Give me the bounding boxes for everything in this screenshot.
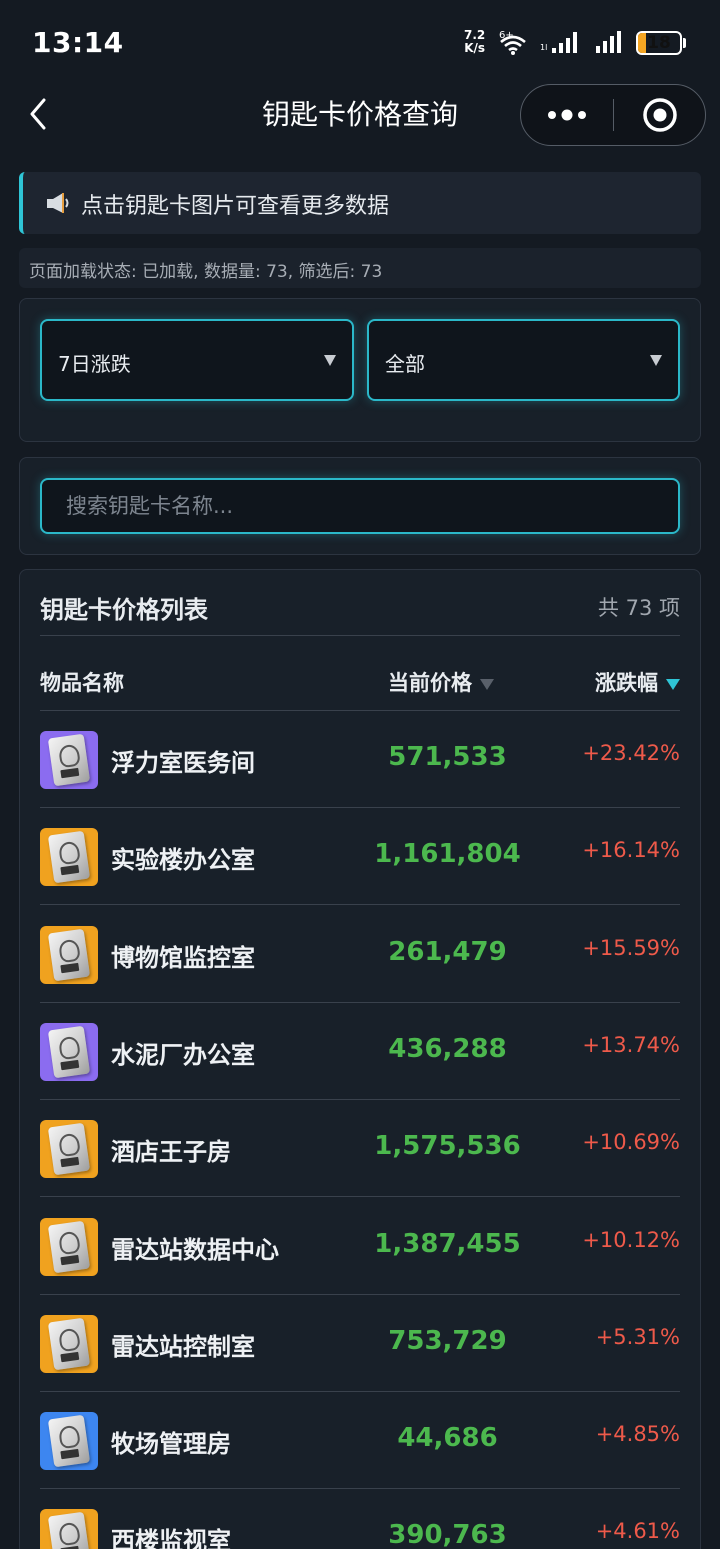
status-time: 13:14 bbox=[32, 26, 124, 59]
close-button[interactable] bbox=[614, 85, 706, 145]
item-price: 753,729 bbox=[388, 1325, 507, 1356]
more-dots-icon bbox=[548, 109, 586, 121]
signal-icon-2 bbox=[596, 31, 621, 53]
list-title: 钥匙卡价格列表 bbox=[40, 596, 208, 624]
notice-text: 点击钥匙卡图片可查看更多数据 bbox=[81, 194, 390, 219]
keycard-icon bbox=[47, 1122, 91, 1176]
item-price: 1,575,536 bbox=[374, 1131, 521, 1162]
item-price: 436,288 bbox=[388, 1033, 507, 1064]
net-speed-unit: K/s bbox=[464, 41, 486, 55]
item-change: +23.42% bbox=[582, 741, 680, 765]
keycard-icon bbox=[47, 928, 91, 981]
period-select-value: 7日涨跌 bbox=[58, 352, 131, 376]
mini-program-capsule bbox=[520, 84, 706, 146]
load-status: 页面加载状态: 已加载, 数据量: 73, 筛选后: 73 bbox=[19, 248, 701, 288]
battery-icon: 18 bbox=[636, 31, 682, 55]
search-input[interactable] bbox=[42, 480, 678, 532]
search-panel bbox=[19, 457, 701, 555]
item-name: 水泥厂办公室 bbox=[111, 1040, 255, 1069]
header-name-label: 物品名称 bbox=[40, 671, 124, 695]
table-row[interactable]: 雷达站数据中心 1,387,455 +10.12% bbox=[40, 1198, 680, 1295]
dropdown-arrow-icon bbox=[650, 355, 662, 366]
keycard-thumbnail[interactable] bbox=[40, 925, 98, 984]
table-row[interactable]: 实验楼办公室 1,161,804 +16.14% bbox=[40, 808, 680, 906]
item-price: 1,387,455 bbox=[374, 1228, 521, 1259]
filter-panel: 7日涨跌 全部 bbox=[19, 298, 701, 442]
item-price: 261,479 bbox=[388, 936, 507, 967]
item-price: 44,686 bbox=[397, 1423, 498, 1454]
keycard-icon bbox=[47, 1317, 91, 1371]
keycard-icon bbox=[47, 733, 91, 787]
battery-tip bbox=[683, 38, 686, 48]
item-name: 实验楼办公室 bbox=[111, 846, 255, 875]
keycard-icon bbox=[47, 1512, 91, 1549]
keycard-thumbnail[interactable] bbox=[40, 731, 98, 789]
header-price-label: 当前价格 bbox=[388, 671, 472, 695]
sort-arrow-icon bbox=[480, 678, 494, 690]
item-change: +10.12% bbox=[582, 1227, 680, 1252]
category-select[interactable]: 全部 bbox=[367, 319, 680, 401]
wifi-icon: 6+ bbox=[499, 30, 526, 55]
keycard-icon bbox=[47, 1220, 91, 1273]
battery-level: 18 bbox=[647, 33, 671, 53]
item-change: +4.85% bbox=[595, 1422, 680, 1447]
notice-banner: 点击钥匙卡图片可查看更多数据 bbox=[19, 172, 701, 234]
header-name: 物品名称 bbox=[40, 667, 124, 697]
item-price: 390,763 bbox=[388, 1520, 507, 1549]
keycard-thumbnail[interactable] bbox=[40, 1120, 98, 1179]
keycard-thumbnail[interactable] bbox=[40, 1314, 98, 1373]
table-row[interactable]: 博物馆监控室 261,479 +15.59% bbox=[40, 906, 680, 1003]
keycard-icon bbox=[47, 831, 91, 884]
target-circle-icon bbox=[643, 98, 677, 132]
table-row[interactable]: 水泥厂办公室 436,288 +13.74% bbox=[40, 1003, 680, 1100]
table-row[interactable]: 酒店王子房 1,575,536 +10.69% bbox=[40, 1100, 680, 1198]
price-list-panel: 钥匙卡价格列表 共 73 项 物品名称 当前价格 涨跌幅 浮力室医务间 571,5… bbox=[19, 569, 701, 1549]
status-bar: 13:14 7.2 K/s 6+ 1l 18 bbox=[0, 0, 720, 84]
speaker-icon bbox=[47, 193, 69, 213]
item-change: +5.31% bbox=[595, 1324, 680, 1349]
item-name: 雷达站控制室 bbox=[111, 1332, 255, 1361]
item-name: 牧场管理房 bbox=[111, 1430, 231, 1459]
divider bbox=[40, 635, 680, 636]
item-change: +4.61% bbox=[595, 1519, 680, 1544]
header-price[interactable]: 当前价格 bbox=[388, 667, 494, 697]
item-name: 雷达站数据中心 bbox=[111, 1235, 279, 1264]
sort-active-arrow-icon bbox=[666, 678, 680, 690]
keycard-thumbnail[interactable] bbox=[40, 1412, 98, 1471]
keycard-thumbnail[interactable] bbox=[40, 1022, 98, 1081]
item-price: 1,161,804 bbox=[374, 839, 521, 870]
keycard-thumbnail[interactable] bbox=[40, 828, 98, 887]
more-button[interactable] bbox=[521, 85, 613, 145]
header-change-label: 涨跌幅 bbox=[595, 671, 658, 695]
item-change: +16.14% bbox=[582, 838, 680, 863]
item-name: 西楼监视室 bbox=[111, 1527, 231, 1549]
header-change[interactable]: 涨跌幅 bbox=[595, 667, 680, 697]
dropdown-arrow-icon bbox=[324, 355, 336, 366]
item-name: 博物馆监控室 bbox=[111, 943, 255, 972]
category-select-value: 全部 bbox=[385, 352, 425, 376]
keycard-thumbnail[interactable] bbox=[40, 1509, 98, 1549]
table-row[interactable]: 雷达站控制室 753,729 +5.31% bbox=[40, 1295, 680, 1392]
svg-text:1l: 1l bbox=[540, 43, 547, 52]
table-row[interactable]: 西楼监视室 390,763 +4.61% bbox=[40, 1489, 680, 1549]
keycard-icon bbox=[47, 1414, 91, 1468]
keycard-thumbnail[interactable] bbox=[40, 1217, 98, 1276]
search-box bbox=[40, 478, 680, 534]
table-row[interactable]: 牧场管理房 44,686 +4.85% bbox=[40, 1392, 680, 1490]
table-row[interactable]: 浮力室医务间 571,533 +23.42% bbox=[40, 711, 680, 808]
item-name: 浮力室医务间 bbox=[111, 749, 255, 777]
net-speed: 7.2 K/s bbox=[464, 29, 485, 55]
period-select[interactable]: 7日涨跌 bbox=[40, 319, 354, 401]
item-change: +10.69% bbox=[582, 1130, 680, 1155]
item-name: 酒店王子房 bbox=[111, 1138, 231, 1167]
keycard-icon bbox=[47, 1025, 91, 1079]
item-change: +13.74% bbox=[582, 1032, 680, 1057]
list-count: 共 73 项 bbox=[597, 596, 680, 620]
item-price: 571,533 bbox=[388, 742, 507, 772]
signal-icon-1: 1l bbox=[540, 32, 577, 53]
item-change: +15.59% bbox=[582, 935, 680, 960]
